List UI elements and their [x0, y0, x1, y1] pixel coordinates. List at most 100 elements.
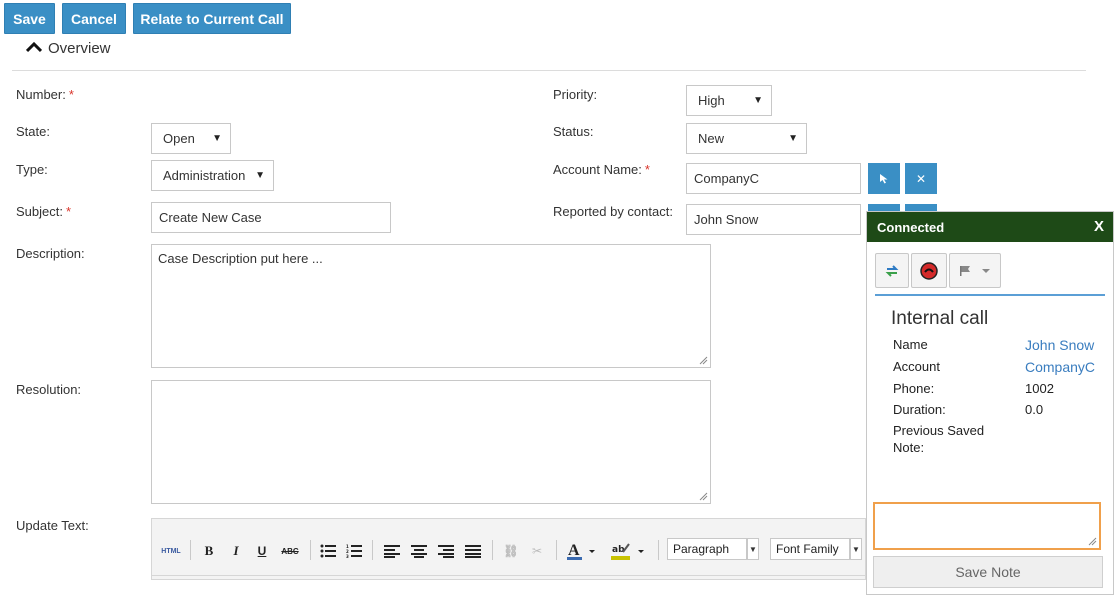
numbered-list-button[interactable]: 123 [346, 542, 362, 560]
flag-menu-button[interactable] [949, 253, 1001, 288]
state-select[interactable]: Open ▼ [151, 123, 231, 154]
description-textarea[interactable]: Case Description put here ... [151, 244, 711, 368]
toolbar-separator [658, 540, 659, 560]
toolbar-separator [190, 540, 191, 560]
caller-name-link[interactable]: John Snow [1025, 337, 1094, 353]
underline-button[interactable]: U [255, 542, 269, 560]
bullet-list-icon [320, 544, 336, 558]
svg-text:ab: ab [612, 545, 625, 555]
section-title: Overview [48, 40, 111, 57]
close-popup-button[interactable]: X [1094, 218, 1104, 235]
reported-by-contact-input[interactable]: John Snow [686, 204, 861, 235]
hangup-call-button[interactable] [911, 253, 947, 288]
save-button[interactable]: Save [4, 3, 55, 34]
bullet-list-button[interactable] [320, 542, 336, 560]
caller-account-link[interactable]: CompanyC [1025, 359, 1095, 375]
priority-select[interactable]: High ▼ [686, 85, 772, 116]
align-justify-button[interactable] [465, 542, 481, 560]
call-title: Internal call [891, 308, 989, 329]
caret-down-icon: ▼ [749, 544, 757, 554]
type-select[interactable]: Administration ▼ [151, 160, 274, 191]
status-select-value: New [698, 131, 725, 146]
status-label: Status: [553, 124, 594, 139]
close-icon: ✕ [915, 171, 927, 186]
paragraph-format-select[interactable]: Paragraph [667, 538, 747, 560]
section-divider [12, 70, 1086, 71]
overview-section-toggle[interactable]: Overview [25, 40, 111, 57]
resolution-textarea[interactable] [151, 380, 711, 504]
transfer-call-button[interactable] [875, 253, 909, 288]
call-status-header: Connected [867, 212, 1113, 242]
clear-account-button[interactable]: ✕ [905, 163, 937, 194]
caret-down-icon: ▼ [852, 544, 860, 554]
editor-body-border [152, 575, 865, 576]
relate-to-current-call-button[interactable]: Relate to Current Call [133, 3, 291, 34]
text-color-icon: A [567, 542, 595, 560]
editor-toolbar: HTML B I U ABC 123 ⛓ ✂ A ab Paragraph ▼ … [151, 518, 866, 580]
phone-value: 1002 [1025, 381, 1054, 396]
description-text: Case Description put here ... [158, 251, 323, 266]
unlink-icon: ✂ [531, 544, 543, 558]
svg-text:3: 3 [346, 554, 349, 558]
status-select[interactable]: New ▼ [686, 123, 807, 154]
align-right-icon [438, 544, 454, 558]
highlight-icon: ab [611, 543, 644, 560]
align-right-button[interactable] [438, 542, 454, 560]
bold-button[interactable]: B [202, 542, 216, 560]
unlink-button[interactable]: ✂ [528, 542, 546, 560]
hangup-icon [920, 261, 938, 280]
save-note-button[interactable]: Save Note [873, 556, 1103, 588]
svg-text:A: A [568, 542, 580, 559]
account-name-input[interactable]: CompanyC [686, 163, 861, 194]
cancel-button[interactable]: Cancel [62, 3, 126, 34]
resolution-label: Resolution: [16, 382, 82, 397]
priority-label: Priority: [553, 87, 598, 102]
align-justify-icon [465, 544, 481, 558]
highlight-color-button[interactable]: ab [610, 542, 646, 560]
number-label: Number: * [16, 87, 74, 102]
account-name-label: Account Name: * [553, 162, 650, 177]
caller-name-label: Name [893, 337, 928, 352]
reported-by-label: Reported by contact: [553, 204, 673, 219]
align-left-icon [384, 544, 400, 558]
toolbar-separator [372, 540, 373, 560]
numbered-list-icon: 123 [346, 544, 362, 558]
subject-input[interactable]: Create New Case [151, 202, 391, 233]
resize-grip-icon[interactable] [699, 356, 708, 365]
font-family-dropdown[interactable]: ▼ [850, 538, 862, 560]
previous-note-label-line-2: Note: [893, 440, 925, 455]
call-status-text: Connected [877, 219, 945, 235]
toolbar-separator [556, 540, 557, 560]
caret-down-icon: ▼ [255, 170, 265, 181]
state-label: State: [16, 124, 50, 139]
strikethrough-button[interactable]: ABC [279, 542, 301, 560]
update-text-label: Update Text: [16, 518, 89, 533]
transfer-icon [885, 264, 899, 277]
duration-label: Duration: [893, 402, 946, 417]
previous-note-label: Previous Saved [893, 423, 985, 438]
cursor-icon [880, 174, 888, 184]
select-account-button[interactable] [868, 163, 900, 194]
description-label: Description: [16, 246, 85, 261]
text-color-button[interactable]: A [566, 542, 596, 560]
call-popup: Connected X Internal call Name John Snow… [866, 211, 1114, 595]
paragraph-format-dropdown[interactable]: ▼ [747, 538, 759, 560]
font-family-select[interactable]: Font Family [770, 538, 850, 560]
caret-down-icon: ▼ [788, 133, 798, 144]
align-center-icon [411, 544, 427, 558]
html-button[interactable]: HTML [160, 542, 182, 560]
toolbar-separator [492, 540, 493, 560]
call-note-textarea[interactable] [873, 502, 1101, 550]
type-select-value: Administration [163, 168, 246, 183]
insert-link-button[interactable]: ⛓ [502, 542, 520, 560]
resize-grip-icon[interactable] [699, 492, 708, 501]
phone-label: Phone: [893, 381, 935, 396]
align-left-button[interactable] [384, 542, 400, 560]
priority-select-value: High [698, 93, 725, 108]
toolbar-separator [310, 540, 311, 560]
type-label: Type: [16, 162, 48, 177]
italic-button[interactable]: I [229, 542, 243, 560]
align-center-button[interactable] [411, 542, 427, 560]
resize-grip-icon[interactable] [1088, 537, 1097, 546]
flag-icon [960, 265, 990, 276]
